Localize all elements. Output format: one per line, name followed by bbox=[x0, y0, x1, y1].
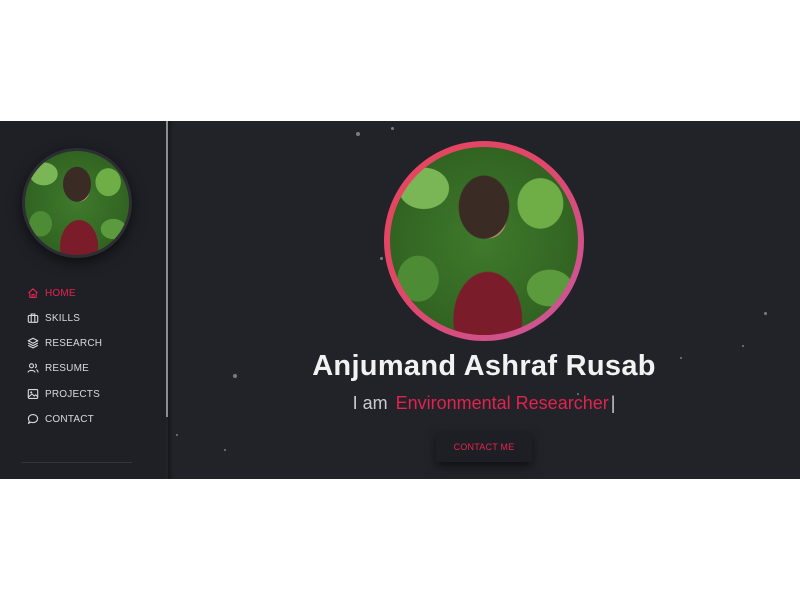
typing-cursor: | bbox=[610, 393, 616, 413]
sidebar-item-label: CONTACT bbox=[45, 413, 94, 425]
sidebar-item-research[interactable]: RESEARCH bbox=[27, 335, 102, 351]
users-icon bbox=[27, 363, 39, 373]
sidebar-item-label: HOME bbox=[45, 287, 76, 299]
home-icon bbox=[28, 288, 38, 299]
hero-avatar bbox=[390, 147, 578, 335]
sidebar-item-resume[interactable]: RESUME bbox=[27, 360, 89, 376]
hero-role: Environmental Researcher bbox=[395, 393, 609, 413]
particle bbox=[233, 374, 237, 378]
sidebar-avatar-frame bbox=[22, 148, 132, 258]
hero-intro: I am bbox=[352, 393, 388, 413]
sidebar-divider bbox=[22, 462, 132, 463]
contact-me-button[interactable]: CONTACT ME bbox=[436, 432, 532, 462]
sidebar-item-projects[interactable]: PROJECTS bbox=[27, 386, 100, 402]
particle bbox=[356, 132, 360, 136]
particle bbox=[742, 345, 744, 347]
sidebar-avatar bbox=[25, 151, 129, 255]
hero-name: Anjumand Ashraf Rusab bbox=[312, 350, 656, 382]
briefcase-icon bbox=[27, 313, 39, 323]
particle bbox=[176, 434, 178, 436]
particle bbox=[380, 257, 383, 260]
sidebar-item-contact[interactable]: CONTACT bbox=[27, 411, 94, 427]
sidebar-item-home[interactable]: HOME bbox=[27, 285, 76, 301]
sidebar-item-skills[interactable]: SKILLS bbox=[27, 310, 80, 326]
layers-icon bbox=[27, 337, 39, 349]
sidebar: HOME SKILLS RESEARCH RESUME PROJECTS CON… bbox=[0, 121, 166, 479]
particle bbox=[224, 449, 226, 451]
image-icon bbox=[27, 389, 39, 399]
sidebar-item-label: RESUME bbox=[45, 362, 89, 374]
hero-avatar-ring bbox=[384, 141, 584, 341]
chat-icon bbox=[27, 414, 39, 424]
portfolio-page: HOME SKILLS RESEARCH RESUME PROJECTS CON… bbox=[0, 121, 800, 479]
particle bbox=[764, 312, 767, 315]
particle bbox=[391, 127, 394, 130]
sidebar-item-label: PROJECTS bbox=[45, 388, 100, 400]
sidebar-shadow bbox=[168, 121, 174, 479]
sidebar-item-label: RESEARCH bbox=[45, 337, 103, 349]
hero-tagline: I am Environmental Researcher | bbox=[284, 393, 684, 414]
sidebar-item-label: SKILLS bbox=[45, 312, 81, 324]
